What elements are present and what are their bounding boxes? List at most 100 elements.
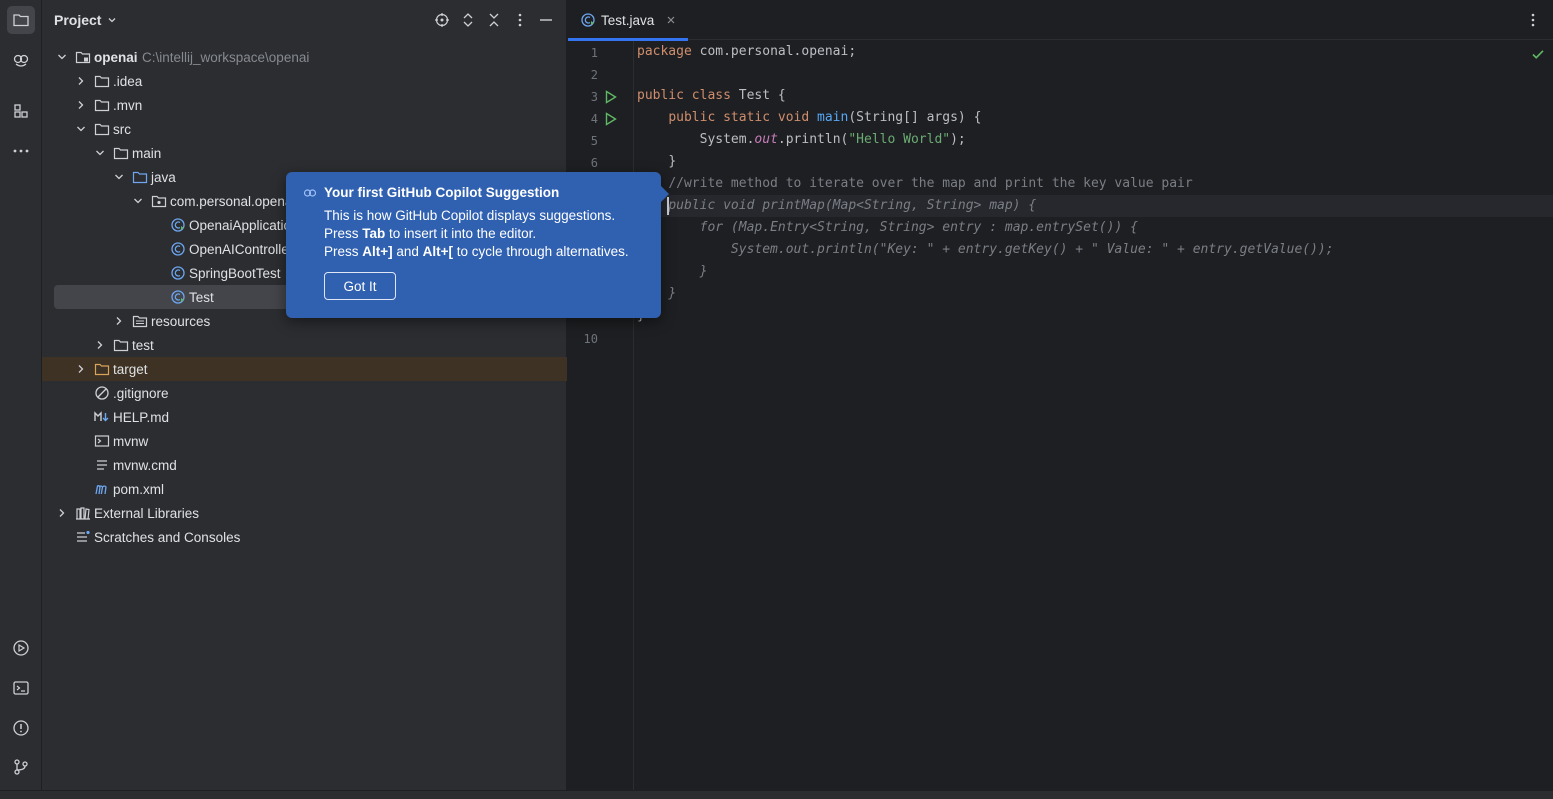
code-text: com.personal.openai;: [691, 44, 857, 59]
code-text: (String[] args) {: [848, 110, 982, 125]
tree-item-mvn[interactable]: .mvn: [42, 93, 567, 117]
text-file-icon: [97, 460, 107, 470]
tree-item-target[interactable]: target: [42, 357, 567, 381]
code-line: public class Test {: [637, 85, 786, 107]
chevron-down-icon[interactable]: [107, 15, 117, 25]
got-it-button[interactable]: Got It: [324, 272, 396, 300]
popup-text-part: Press: [324, 226, 363, 241]
copilot-suggestion-popup: Your first GitHub Copilot Suggestion Thi…: [286, 172, 669, 318]
editor-tabbar: Test.java: [568, 0, 1553, 41]
tree-item-label: com.personal.openai: [170, 193, 296, 209]
tree-item-src[interactable]: src: [42, 117, 567, 141]
chevron-right-icon[interactable]: [113, 315, 125, 327]
more-options-icon[interactable]: [1525, 12, 1541, 28]
chevron-right-icon[interactable]: [75, 363, 87, 375]
maven-icon: [95, 485, 107, 495]
tree-item-label: Test: [189, 289, 214, 305]
code-text: System.: [699, 132, 755, 147]
chevron-down-icon[interactable]: [75, 123, 87, 135]
structure-icon[interactable]: [7, 97, 35, 125]
tree-item-label: External Libraries: [94, 505, 200, 521]
chevron-right-icon[interactable]: [75, 75, 87, 87]
code-text: Test {: [730, 88, 786, 103]
tab-test-java[interactable]: Test.java: [568, 0, 688, 41]
copilot-chat-icon[interactable]: [7, 46, 35, 74]
expand-all-icon[interactable]: [459, 11, 477, 29]
project-panel-title[interactable]: Project: [54, 12, 101, 28]
chevron-right-icon[interactable]: [56, 507, 68, 519]
project-panel-header: Project: [42, 0, 566, 40]
line-number: 10: [583, 332, 598, 346]
hide-panel-icon[interactable]: [537, 11, 555, 29]
chevron-right-icon[interactable]: [75, 99, 87, 111]
popup-text-part: Press: [324, 244, 363, 259]
code-line: //write method to iterate over the map a…: [637, 173, 1192, 195]
tree-item-mvnw-cmd[interactable]: mvnw.cmd: [42, 453, 567, 477]
tree-item-help-md[interactable]: HELP.md: [42, 405, 567, 429]
chevron-down-icon[interactable]: [113, 171, 125, 183]
class-icon: [171, 242, 185, 256]
close-icon[interactable]: [666, 15, 676, 25]
copilot-ghost-text: for (Map.Entry<String, String> entry : m…: [699, 220, 1138, 235]
tree-item-gitignore[interactable]: .gitignore: [42, 381, 567, 405]
chevron-down-icon[interactable]: [94, 147, 106, 159]
code-area[interactable]: package com.personal.openai; public clas…: [635, 41, 1553, 790]
collapse-all-icon[interactable]: [485, 11, 503, 29]
code-line: package com.personal.openai;: [637, 41, 856, 63]
line-number: 4: [590, 112, 598, 126]
more-tools-icon[interactable]: [7, 137, 35, 165]
source-folder-icon: [132, 171, 148, 184]
string-literal: "Hello World": [848, 132, 951, 147]
markdown-icon: [94, 411, 109, 422]
run-icon[interactable]: [604, 112, 618, 126]
runnable-class-icon: [171, 218, 185, 232]
tree-item-label: resources: [151, 313, 211, 329]
folder-icon: [94, 99, 110, 112]
editor: Test.java 1 2 3 4 5 6 10 package com.per…: [568, 0, 1553, 790]
git-icon[interactable]: [7, 753, 35, 781]
locate-file-icon[interactable]: [433, 11, 451, 29]
tree-item-label: mvnw: [113, 433, 149, 449]
folder-icon: [94, 75, 110, 88]
tree-item-idea[interactable]: .idea: [42, 69, 567, 93]
line-number: 6: [590, 156, 598, 170]
popup-text: Press Alt+] and Alt+[ to cycle through a…: [324, 244, 629, 259]
class-icon: [171, 266, 185, 280]
keyword: package: [637, 44, 692, 59]
library-icon: [76, 507, 90, 520]
resources-folder-icon: [132, 315, 148, 328]
excluded-folder-icon: [94, 363, 110, 376]
run-icon[interactable]: [604, 90, 618, 104]
shortcut-key: Alt+[: [422, 244, 454, 259]
tree-item-main[interactable]: main: [42, 141, 567, 165]
tree-item-label: src: [113, 121, 131, 137]
options-icon[interactable]: [511, 11, 529, 29]
editor-gutter: 1 2 3 4 5 6 10: [568, 41, 634, 790]
tree-item-pom-xml[interactable]: pom.xml: [42, 477, 567, 501]
popup-text: This is how GitHub Copilot displays sugg…: [324, 208, 616, 223]
tree-item-label: test: [132, 337, 154, 353]
ignore-file-icon: [95, 386, 109, 400]
tree-item-label: .idea: [113, 73, 143, 89]
no-problems-check-icon[interactable]: [1531, 47, 1545, 61]
tree-item-openai[interactable]: openai C:\intellij_workspace\openai: [42, 45, 567, 69]
copilot-ghost-text: }: [699, 264, 708, 279]
project-folder-icon[interactable]: [7, 6, 35, 34]
tree-item-external-libraries[interactable]: External Libraries: [42, 501, 567, 525]
chevron-right-icon[interactable]: [94, 339, 106, 351]
tab-label: Test.java: [601, 12, 655, 28]
runnable-class-icon: [171, 290, 185, 304]
problems-icon[interactable]: [7, 714, 35, 742]
chevron-down-icon[interactable]: [132, 195, 144, 207]
tree-item-mvnw[interactable]: mvnw: [42, 429, 567, 453]
tree-item-label: main: [132, 145, 162, 161]
tree-item-label: pom.xml: [113, 481, 165, 497]
chevron-down-icon[interactable]: [56, 51, 68, 63]
tree-item-test-folder[interactable]: test: [42, 333, 567, 357]
popup-text-part: and: [392, 244, 423, 259]
tree-item-scratches[interactable]: Scratches and Consoles: [42, 525, 567, 549]
terminal-icon[interactable]: [7, 674, 35, 702]
services-icon[interactable]: [7, 634, 35, 662]
tree-item-label: .mvn: [113, 97, 143, 113]
package-icon: [151, 195, 167, 208]
